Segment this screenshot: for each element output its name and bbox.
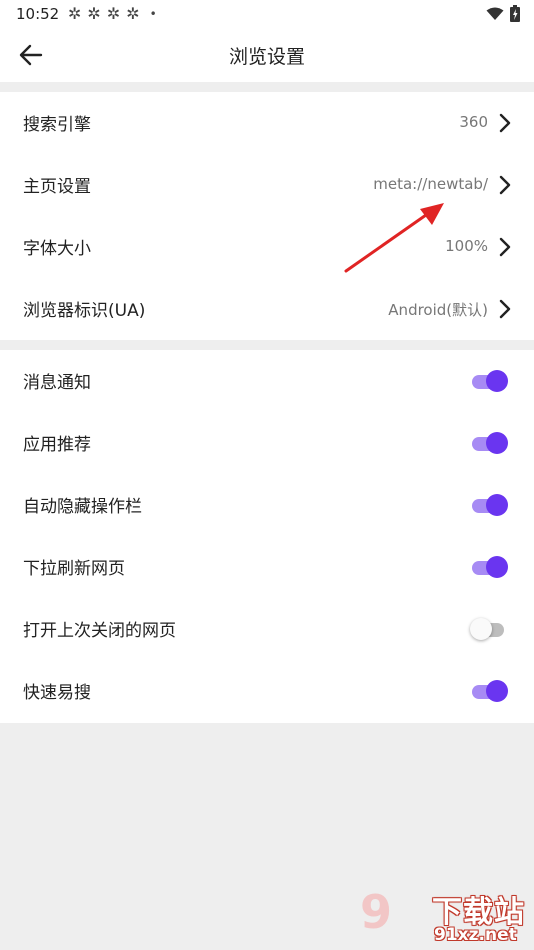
chevron-right-icon bbox=[499, 237, 511, 257]
app-notification-icon: ✲ bbox=[126, 4, 140, 23]
setting-font-size[interactable]: 字体大小 100% bbox=[0, 216, 534, 278]
setting-label: 自动隐藏操作栏 bbox=[23, 497, 142, 517]
setting-search-engine[interactable]: 搜索引擎 360 bbox=[0, 92, 534, 154]
app-notification-icon: ✲ bbox=[106, 4, 121, 23]
setting-label: 打开上次关闭的网页 bbox=[23, 621, 176, 641]
setting-value: Android(默认) bbox=[388, 301, 488, 319]
setting-quick-search[interactable]: 快速易搜 bbox=[0, 660, 534, 722]
battery-icon bbox=[510, 5, 520, 22]
watermark-logo-mark: 9 bbox=[360, 885, 393, 939]
notification-icons: ✲ ✲ ✲ ✲ • bbox=[68, 4, 157, 23]
toggle-knob bbox=[486, 370, 508, 392]
setting-label: 下拉刷新网页 bbox=[23, 559, 125, 579]
setting-label: 搜索引擎 bbox=[23, 115, 91, 135]
setting-auto-hide-toolbar[interactable]: 自动隐藏操作栏 bbox=[0, 474, 534, 536]
toggle-knob bbox=[486, 680, 508, 702]
toggle-switch[interactable] bbox=[470, 494, 508, 516]
general-settings-section: 搜索引擎 360 主页设置 meta://newtab/ 字体大小 100% 浏… bbox=[0, 92, 534, 340]
chevron-right-icon bbox=[499, 299, 511, 319]
status-icons bbox=[486, 5, 520, 22]
toggle-knob bbox=[486, 432, 508, 454]
toggle-settings-section: 消息通知 应用推荐 自动隐藏操作栏 下拉刷新网页 打开上次关闭的网页 快速易搜 bbox=[0, 350, 534, 723]
setting-label: 快速易搜 bbox=[23, 683, 91, 703]
toggle-knob bbox=[470, 618, 492, 640]
setting-user-agent[interactable]: 浏览器标识(UA) Android(默认) bbox=[0, 278, 534, 340]
setting-label: 主页设置 bbox=[23, 177, 91, 197]
toggle-switch[interactable] bbox=[470, 432, 508, 454]
setting-value: meta://newtab/ bbox=[373, 175, 488, 193]
toggle-switch[interactable] bbox=[470, 618, 508, 640]
toggle-switch[interactable] bbox=[470, 370, 508, 392]
watermark-url: 91xz.net bbox=[434, 925, 517, 945]
setting-message-notification[interactable]: 消息通知 bbox=[0, 350, 534, 412]
setting-homepage[interactable]: 主页设置 meta://newtab/ bbox=[0, 154, 534, 216]
toggle-switch[interactable] bbox=[470, 556, 508, 578]
chevron-right-icon bbox=[499, 113, 511, 133]
watermark-logo: 9 下载站 91xz.net bbox=[360, 885, 530, 947]
toggle-knob bbox=[486, 556, 508, 578]
setting-value: 100% bbox=[445, 237, 488, 255]
setting-pull-to-refresh[interactable]: 下拉刷新网页 bbox=[0, 536, 534, 598]
toggle-switch[interactable] bbox=[470, 680, 508, 702]
status-bar: 10:52 ✲ ✲ ✲ ✲ • bbox=[0, 0, 534, 28]
setting-label: 应用推荐 bbox=[23, 435, 91, 455]
app-bar: 浏览设置 bbox=[0, 28, 534, 82]
wifi-icon bbox=[486, 7, 504, 20]
chevron-right-icon bbox=[499, 175, 511, 195]
setting-label: 消息通知 bbox=[23, 373, 91, 393]
setting-value: 360 bbox=[459, 113, 488, 131]
setting-label: 字体大小 bbox=[23, 239, 91, 259]
app-notification-icon: ✲ bbox=[68, 4, 82, 23]
setting-app-recommendation[interactable]: 应用推荐 bbox=[0, 412, 534, 474]
status-time: 10:52 bbox=[16, 5, 60, 23]
app-notification-icon: ✲ bbox=[87, 4, 101, 23]
setting-reopen-closed-pages[interactable]: 打开上次关闭的网页 bbox=[0, 598, 534, 660]
page-title: 浏览设置 bbox=[228, 46, 305, 68]
more-notifications-dot: • bbox=[149, 6, 157, 21]
toggle-knob bbox=[486, 494, 508, 516]
setting-label: 浏览器标识(UA) bbox=[23, 301, 146, 321]
